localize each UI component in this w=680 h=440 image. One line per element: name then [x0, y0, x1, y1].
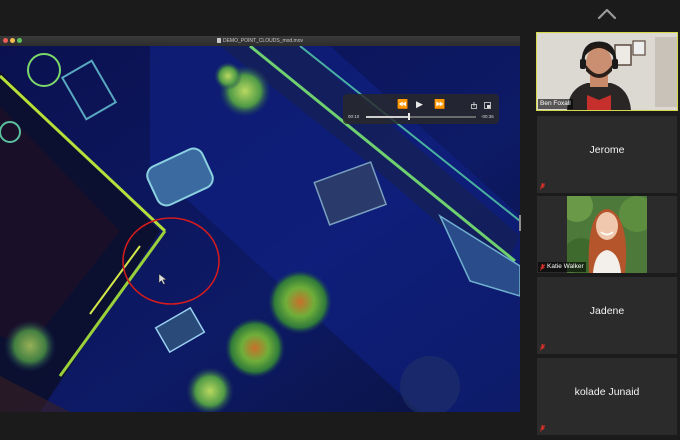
- participant-name: Katie Walker: [547, 263, 584, 270]
- participant-tile-jerome[interactable]: Jerome: [537, 116, 677, 193]
- document-icon: [216, 38, 221, 44]
- participant-name-label: Katie Walker: [538, 262, 586, 272]
- remaining-time: -00:36: [481, 114, 494, 119]
- top-bar: [0, 0, 680, 36]
- window-title: DEMO_POINT_CLOUDS_mod.mov: [0, 36, 520, 46]
- scrubber-fill: [366, 116, 409, 118]
- share-icon[interactable]: [471, 102, 477, 109]
- participant-tile-kolade-junaid[interactable]: kolade Junaid: [537, 358, 677, 435]
- fast-forward-button[interactable]: ⏩: [434, 99, 445, 109]
- participant-tile-ben-foxall[interactable]: Ben Foxall: [536, 32, 678, 111]
- rewind-button[interactable]: ⏪: [397, 99, 408, 109]
- participant-name: kolade Junaid: [574, 386, 640, 398]
- muted-microphone-icon: [540, 264, 545, 271]
- panel-resize-handle[interactable]: [519, 215, 521, 231]
- chevron-up-icon[interactable]: [597, 7, 617, 21]
- scrubber-handle[interactable]: [408, 113, 410, 120]
- muted-microphone-icon: [540, 344, 545, 351]
- participant-name: Jerome: [589, 144, 625, 156]
- participant-tile-jadene[interactable]: Jadene: [537, 277, 677, 354]
- muted-microphone-icon: [540, 425, 545, 432]
- player-title-bar: DEMO_POINT_CLOUDS_mod.mov: [0, 36, 520, 46]
- muted-microphone-icon: [540, 183, 545, 190]
- window-title-text: DEMO_POINT_CLOUDS_mod.mov: [222, 38, 304, 44]
- playback-controls: ⏪ ▶ ⏩ 00:10 -00:36: [343, 94, 499, 124]
- participant-name: Jadene: [589, 305, 625, 317]
- participant-name-label: Ben Foxall: [538, 99, 573, 109]
- participant-tile-katie-walker[interactable]: Katie Walker: [537, 196, 677, 273]
- picture-in-picture-icon[interactable]: [484, 102, 491, 109]
- play-button[interactable]: ▶: [416, 99, 423, 109]
- elapsed-time: 00:10: [348, 114, 360, 119]
- shared-screen: DEMO_POINT_CLOUDS_mod.mov ⏪ ▶ ⏩ 00:10 -0…: [0, 36, 520, 412]
